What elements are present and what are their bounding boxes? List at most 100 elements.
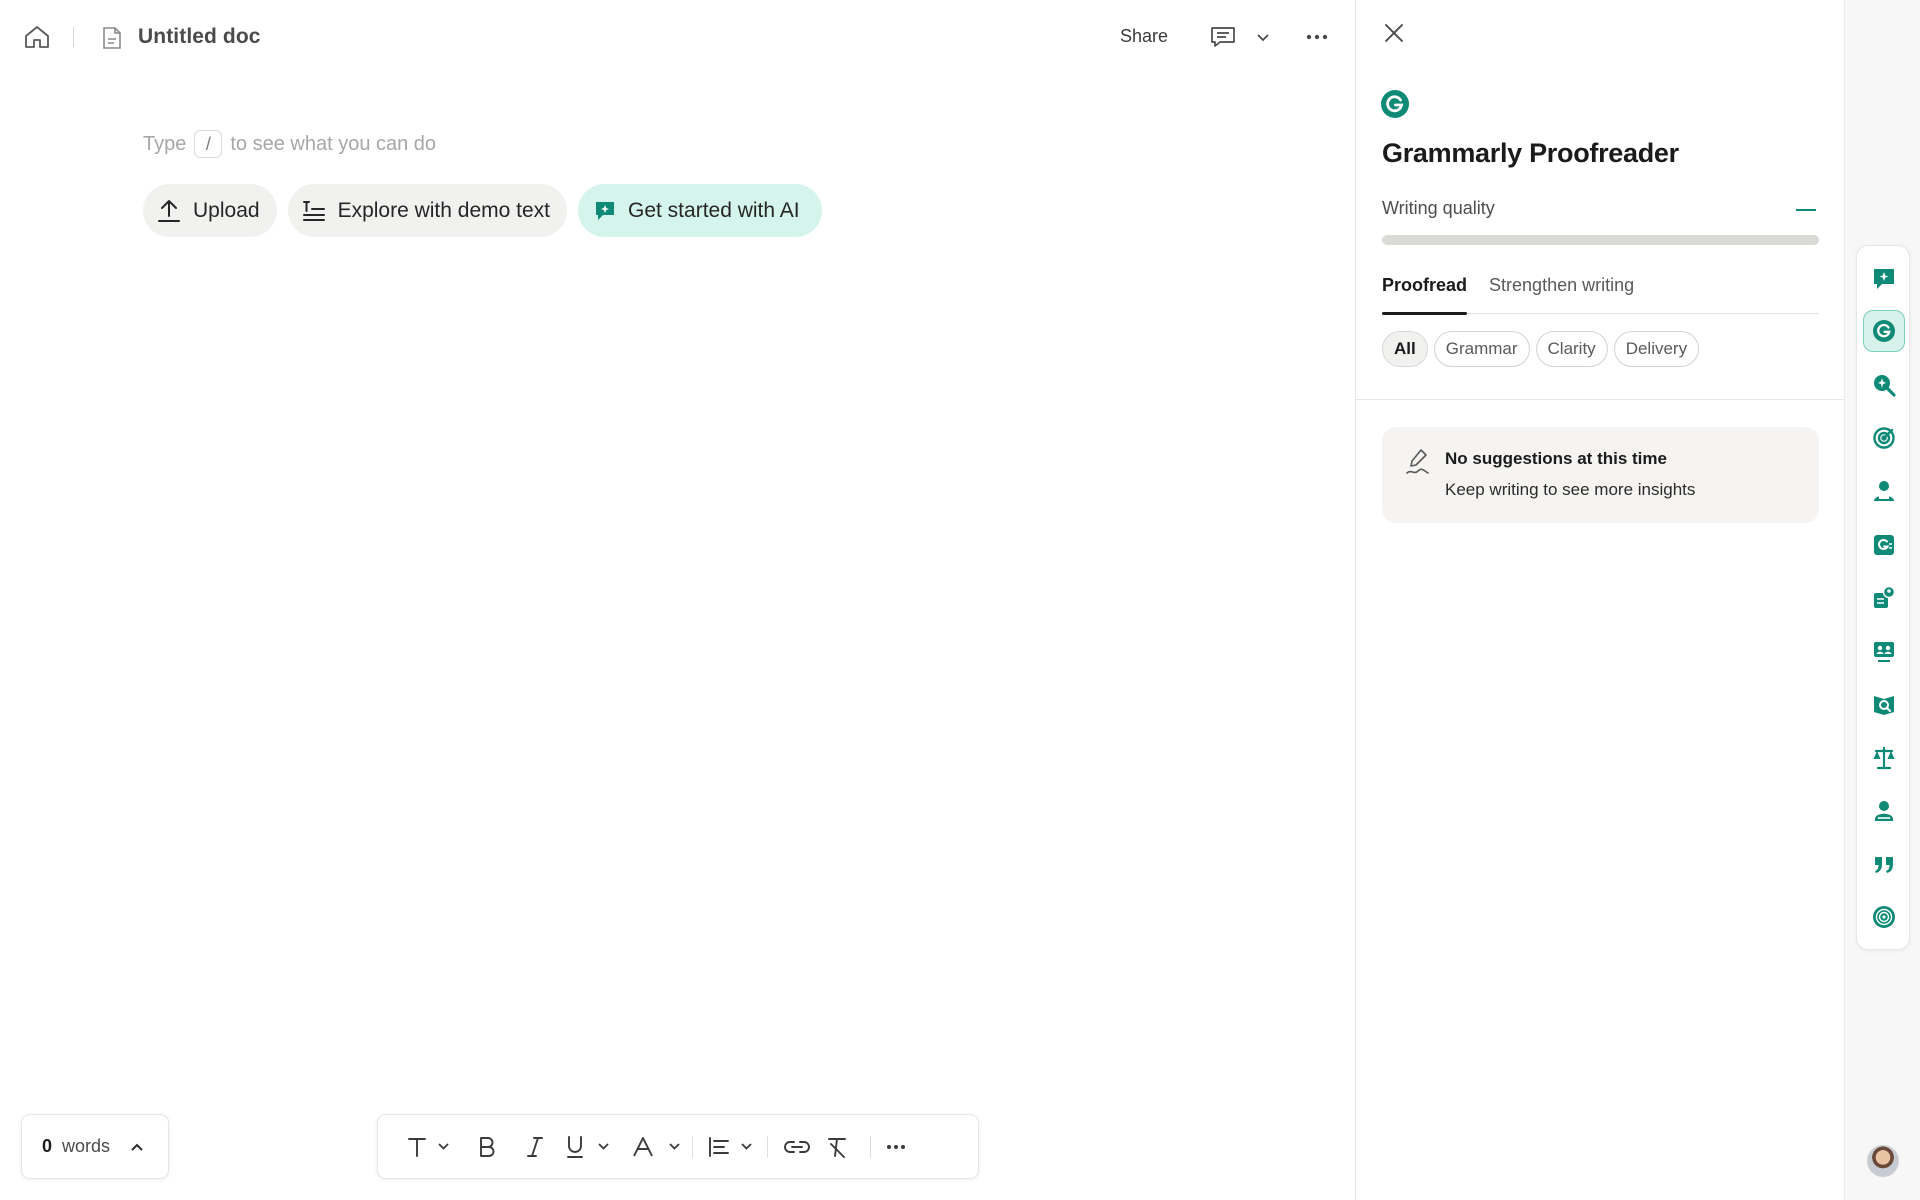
panel-tabs: Proofread Strengthen writing xyxy=(1382,272,1819,315)
word-count-value: 0 xyxy=(42,1136,53,1156)
filter-chips: All Grammar Clarity Delivery xyxy=(1382,331,1700,367)
more-options-button[interactable] xyxy=(1303,26,1331,48)
demo-text-label: Explore with demo text xyxy=(337,198,550,222)
app-window: Untitled doc Share Type / to see what yo… xyxy=(0,0,1920,1200)
rail-audience[interactable] xyxy=(1863,630,1905,672)
rail-balance[interactable] xyxy=(1863,737,1905,779)
underline-button[interactable] xyxy=(558,1127,592,1167)
quote-icon xyxy=(1875,857,1893,873)
underline-icon xyxy=(567,1135,583,1158)
chevron-down-icon xyxy=(668,1143,680,1150)
slash-key: / xyxy=(194,130,223,158)
upload-label: Upload xyxy=(193,198,260,222)
target-icon xyxy=(1873,427,1895,449)
align-icon xyxy=(709,1136,729,1157)
writing-quality-bar xyxy=(1382,235,1819,245)
close-panel-button[interactable] xyxy=(1379,18,1409,48)
tab-proofread[interactable]: Proofread xyxy=(1382,272,1468,315)
share-button[interactable]: Share xyxy=(1120,26,1168,47)
bold-button[interactable] xyxy=(462,1127,512,1167)
clear-format-icon xyxy=(828,1137,846,1158)
upload-button[interactable]: Upload xyxy=(143,184,277,237)
editor-area: Untitled doc Share Type / to see what yo… xyxy=(0,0,1355,1200)
text-style-icon xyxy=(408,1137,426,1157)
more-icon xyxy=(887,1144,905,1149)
get-started-ai-label: Get started with AI xyxy=(628,198,800,222)
divider xyxy=(73,27,74,47)
home-button[interactable] xyxy=(20,22,54,52)
get-started-ai-button[interactable]: Get started with AI xyxy=(578,184,822,237)
panel-divider xyxy=(1356,399,1845,400)
rail-grammarly-proofreader[interactable] xyxy=(1863,310,1905,352)
rail-humanizer[interactable] xyxy=(1863,790,1905,832)
rail-citations[interactable] xyxy=(1863,843,1905,885)
rail-target[interactable] xyxy=(1863,417,1905,459)
text-lines-icon xyxy=(302,200,325,221)
expert-review-icon xyxy=(1874,586,1896,608)
close-icon xyxy=(1385,24,1403,42)
chevron-down-icon xyxy=(1257,34,1269,42)
no-suggestions-card: No suggestions at this time Keep writing… xyxy=(1382,427,1819,523)
writing-quality-indicator xyxy=(1796,209,1816,211)
no-suggestions-subtitle: Keep writing to see more insights xyxy=(1445,480,1696,499)
audience-icon xyxy=(1874,642,1894,662)
grammar-check-icon xyxy=(1874,535,1894,555)
demo-text-button[interactable]: Explore with demo text xyxy=(287,184,567,237)
pen-icon xyxy=(1406,449,1429,474)
align-button[interactable] xyxy=(703,1127,735,1167)
more-icon xyxy=(1306,34,1328,40)
rail-authorship[interactable] xyxy=(1863,896,1905,938)
document-title[interactable]: Untitled doc xyxy=(138,25,261,49)
rail-expert-review[interactable] xyxy=(1863,577,1905,619)
toolbar-divider xyxy=(692,1135,693,1158)
chevron-down-icon xyxy=(740,1143,752,1150)
editor-placeholder[interactable]: Type / to see what you can do xyxy=(143,130,436,158)
ai-chat-icon xyxy=(1874,269,1894,289)
comments-button[interactable] xyxy=(1208,24,1238,50)
filter-all[interactable]: All xyxy=(1382,331,1428,367)
ai-chat-icon xyxy=(596,201,614,220)
word-count-toggle[interactable]: 0 words xyxy=(21,1114,169,1179)
text-style-button[interactable] xyxy=(402,1127,432,1167)
chevron-down-icon xyxy=(597,1143,609,1150)
humanizer-icon xyxy=(1875,801,1893,821)
tab-strengthen-writing[interactable]: Strengthen writing xyxy=(1489,272,1634,314)
text-color-button[interactable] xyxy=(620,1127,666,1167)
underline-dropdown[interactable] xyxy=(592,1127,614,1167)
toolbar-divider xyxy=(870,1135,871,1158)
filter-delivery[interactable]: Delivery xyxy=(1613,331,1700,367)
proofreader-panel: Grammarly Proofreader Writing quality Pr… xyxy=(1355,0,1845,1200)
fingerprint-icon xyxy=(1873,906,1895,928)
placeholder-text-before: Type xyxy=(143,132,187,155)
comments-menu-chevron[interactable] xyxy=(1252,28,1274,48)
rail-search-insights[interactable] xyxy=(1863,364,1905,406)
detector-icon xyxy=(1874,696,1894,715)
agents-rail xyxy=(1844,0,1920,1200)
link-icon xyxy=(784,1140,810,1153)
text-style-dropdown[interactable] xyxy=(432,1127,454,1167)
word-count-label: words xyxy=(62,1136,111,1156)
balance-icon xyxy=(1873,746,1895,770)
placeholder-text-after: to see what you can do xyxy=(230,132,437,155)
formatting-toolbar xyxy=(377,1114,979,1179)
chevron-down-icon xyxy=(437,1143,449,1150)
text-color-dropdown[interactable] xyxy=(666,1127,682,1167)
italic-button[interactable] xyxy=(512,1127,558,1167)
clear-formatting-button[interactable] xyxy=(816,1127,860,1167)
filter-clarity[interactable]: Clarity xyxy=(1535,331,1608,367)
rail-detector[interactable] xyxy=(1863,683,1905,725)
document-icon xyxy=(100,25,124,51)
search-insights-icon xyxy=(1874,375,1896,397)
align-dropdown[interactable] xyxy=(735,1127,757,1167)
comment-icon xyxy=(1211,27,1235,47)
toolbar-more-button[interactable] xyxy=(881,1127,911,1167)
bold-icon xyxy=(480,1136,495,1157)
filter-grammar[interactable]: Grammar xyxy=(1433,331,1530,367)
user-avatar[interactable] xyxy=(1867,1145,1899,1177)
rail-reader[interactable] xyxy=(1863,470,1905,512)
grammarly-icon xyxy=(1873,320,1895,342)
link-button[interactable] xyxy=(778,1127,816,1167)
grammarly-logo-icon xyxy=(1381,90,1409,118)
rail-grammar-check[interactable] xyxy=(1863,524,1905,566)
rail-ai-chat[interactable] xyxy=(1863,258,1905,300)
